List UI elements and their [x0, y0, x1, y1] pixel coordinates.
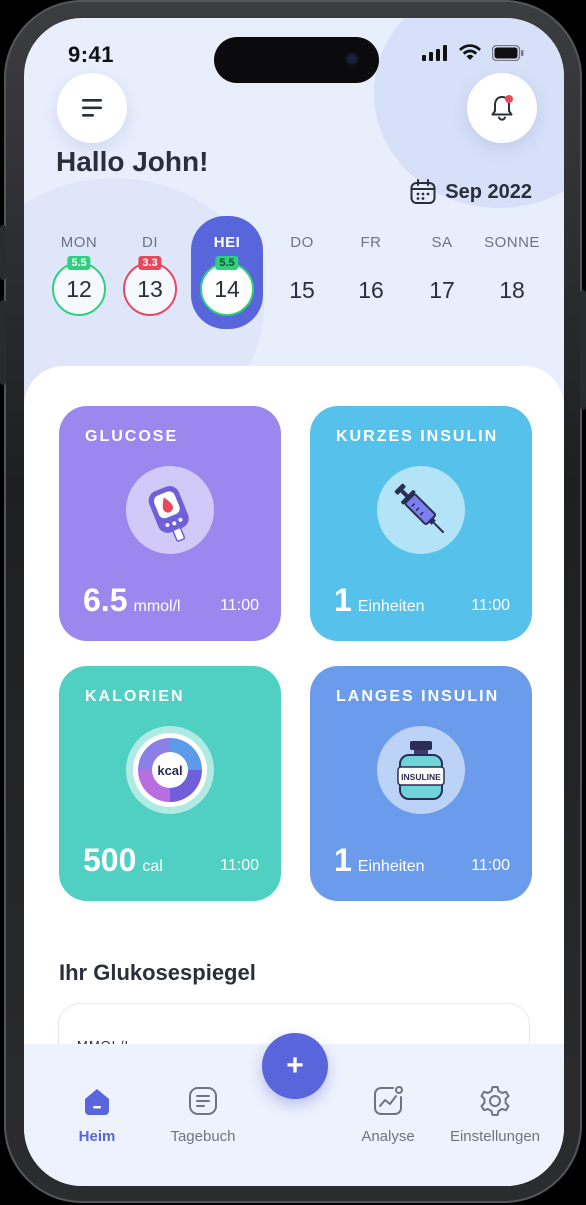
- day-sa[interactable]: SA 17: [409, 216, 475, 331]
- signal-icon: [422, 45, 447, 61]
- day-number: 14: [214, 275, 240, 302]
- card-title: GLUCOSE: [85, 428, 179, 445]
- card-time: 11:00: [471, 857, 510, 874]
- day-do[interactable]: DO 15: [269, 216, 335, 331]
- app-screen: 9:41 Hallo John! Sep 2022 MON 5.5 12 DI …: [24, 18, 564, 1186]
- day-number: 12: [66, 275, 92, 302]
- day-ring: 5.5 12: [52, 256, 106, 316]
- glucose-badge: 5.5: [67, 256, 91, 270]
- long-insulin-card[interactable]: LANGES INSULIN INSULINE 1 Einheiten 11:0…: [310, 666, 532, 901]
- glucose-badge: 5.5: [215, 256, 239, 270]
- short-insulin-card[interactable]: KURZES INSULIN 1 Einheiten 11:00: [310, 406, 532, 641]
- gear-icon: [478, 1084, 512, 1118]
- glucose-section-title: Ihr Glukosespiegel: [59, 960, 256, 985]
- day-name: MON: [60, 234, 98, 251]
- battery-icon: [492, 45, 524, 61]
- calories-card[interactable]: KALORIEN kcal 500 cal 11:00: [59, 666, 281, 901]
- month-selector[interactable]: Sep 2022: [409, 178, 532, 206]
- kcal-icon-text: kcal: [157, 763, 182, 778]
- status-time: 9:41: [68, 42, 115, 67]
- day-number: 18: [499, 277, 525, 303]
- side-button: [0, 225, 6, 280]
- bell-icon: [491, 95, 513, 121]
- calories-unit: cal: [142, 858, 163, 875]
- day-sonne[interactable]: SONNE 18: [479, 216, 545, 331]
- card-title: KURZES INSULIN: [336, 428, 499, 445]
- tab-label: Heim: [78, 1128, 116, 1145]
- plus-icon: +: [286, 1049, 304, 1082]
- notifications-button[interactable]: [467, 73, 537, 143]
- day-hei-active[interactable]: HEI 5.5 14: [191, 216, 263, 329]
- day-name: SONNE: [484, 234, 540, 251]
- card-title: KALORIEN: [85, 688, 185, 705]
- month-label: Sep 2022: [445, 180, 532, 203]
- menu-icon: [82, 99, 102, 117]
- week-strip: MON 5.5 12 DI 3.3 13 HEI 5.5 14 DO 15 FR: [44, 216, 554, 336]
- day-number: 15: [289, 277, 315, 303]
- glucose-value: 6.5: [83, 582, 128, 618]
- tab-settings[interactable]: Einstellungen: [440, 1084, 550, 1145]
- dynamic-island: [214, 37, 379, 83]
- add-entry-button[interactable]: +: [262, 1033, 328, 1099]
- day-name: HEI: [213, 234, 241, 251]
- greeting-title: Hallo John!: [56, 146, 209, 177]
- status-icons: [422, 44, 524, 61]
- day-number: 17: [429, 277, 455, 303]
- day-fr[interactable]: FR 16: [338, 216, 404, 331]
- day-number: 13: [137, 275, 163, 302]
- short-insulin-value: 1: [334, 582, 352, 618]
- card-value: 1 Einheiten: [334, 582, 425, 619]
- tab-diary[interactable]: Tagebuch: [148, 1084, 258, 1145]
- day-name: DI: [142, 234, 158, 251]
- tab-analysis[interactable]: Analyse: [333, 1084, 443, 1145]
- tab-label: Analyse: [361, 1128, 415, 1145]
- day-name: FR: [360, 234, 382, 251]
- glucose-badge: 3.3: [138, 256, 162, 270]
- notification-dot: [505, 95, 513, 103]
- day-number: 16: [358, 277, 384, 303]
- calendar-icon: [410, 179, 436, 204]
- day-ring: 5.5 14: [200, 256, 254, 316]
- insulin-bottle-text: INSULINE: [401, 772, 441, 782]
- card-value: 500 cal: [83, 842, 163, 879]
- tab-home[interactable]: Heim: [42, 1084, 152, 1145]
- day-di[interactable]: DI 3.3 13: [117, 216, 183, 331]
- diary-icon: [186, 1084, 220, 1118]
- calories-value: 500: [83, 842, 137, 878]
- camera-dot: [347, 54, 357, 64]
- side-button: [0, 300, 6, 385]
- glucose-meter-icon: [126, 466, 214, 554]
- day-name: DO: [290, 234, 314, 251]
- day-name: SA: [431, 234, 453, 251]
- long-insulin-unit: Einheiten: [357, 858, 425, 875]
- card-time: 11:00: [220, 857, 259, 874]
- card-time: 11:00: [471, 597, 510, 614]
- syringe-icon: [377, 466, 465, 554]
- card-value: 6.5 mmol/l: [83, 582, 181, 619]
- long-insulin-value: 1: [334, 842, 352, 878]
- tab-label: Einstellungen: [449, 1128, 541, 1145]
- home-icon: [80, 1084, 114, 1118]
- wifi-icon: [459, 44, 481, 60]
- analysis-icon: [371, 1084, 405, 1118]
- tab-label: Tagebuch: [170, 1128, 236, 1145]
- day-ring: 3.3 13: [123, 256, 177, 316]
- insulin-bottle-icon: INSULINE: [377, 726, 465, 814]
- glucose-card[interactable]: GLUCOSE 6.5 mmol/l 11:00: [59, 406, 281, 641]
- card-time: 11:00: [220, 597, 259, 614]
- card-title: LANGES INSULIN: [336, 688, 500, 705]
- short-insulin-unit: Einheiten: [357, 598, 425, 615]
- card-value: 1 Einheiten: [334, 842, 425, 879]
- day-mon[interactable]: MON 5.5 12: [46, 216, 112, 331]
- side-button: [580, 290, 586, 410]
- menu-button[interactable]: [57, 73, 127, 143]
- glucose-unit: mmol/l: [133, 598, 181, 615]
- kcal-icon: kcal: [126, 726, 214, 814]
